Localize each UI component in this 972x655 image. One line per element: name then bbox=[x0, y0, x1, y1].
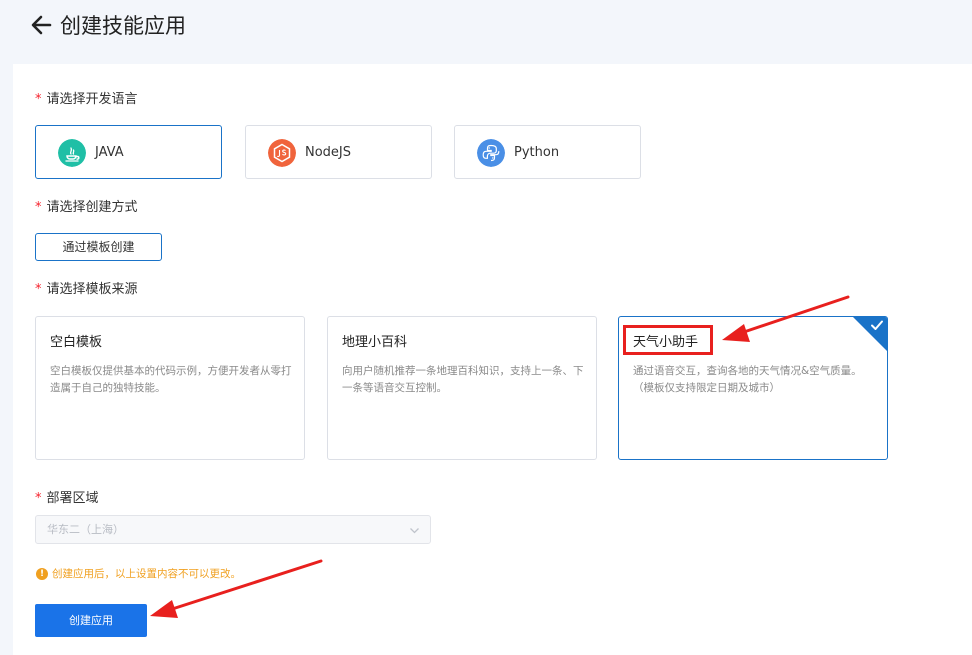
region-select[interactable]: 华东二（上海） bbox=[35, 515, 431, 544]
java-icon bbox=[58, 139, 86, 167]
template-card-blank[interactable]: 空白模板 空白模板仅提供基本的代码示例，方便开发者从零打造属于自己的独特技能。 bbox=[35, 316, 305, 460]
template-card-weather[interactable]: 天气小助手 通过语音交互，查询各地的天气情况&空气质量。（模板仅支持限定日期及城… bbox=[618, 316, 888, 460]
template-title: 地理小百科 bbox=[342, 335, 408, 350]
template-description: 向用户随机推荐一条地理百科知识，支持上一条、下一条等语音交互控制。 bbox=[342, 365, 584, 394]
template-card-geography[interactable]: 地理小百科 向用户随机推荐一条地理百科知识，支持上一条、下一条等语音交互控制。 bbox=[327, 316, 597, 460]
language-label-java: JAVA bbox=[95, 145, 124, 160]
python-icon bbox=[477, 139, 505, 167]
template-title: 天气小助手 bbox=[633, 335, 699, 350]
template-description: 通过语音交互，查询各地的天气情况&空气质量。（模板仅支持限定日期及城市） bbox=[633, 365, 862, 394]
method-label: * 请选择创建方式 bbox=[35, 200, 138, 215]
template-description: 空白模板仅提供基本的代码示例，方便开发者从零打造属于自己的独特技能。 bbox=[50, 365, 292, 394]
template-create-button[interactable]: 通过模板创建 bbox=[35, 233, 162, 261]
language-option-java[interactable]: JAVA bbox=[35, 125, 222, 179]
language-option-python[interactable]: Python bbox=[454, 125, 641, 179]
template-label: * 请选择模板来源 bbox=[35, 282, 138, 297]
language-label-nodejs: NodeJS bbox=[305, 145, 352, 160]
template-title: 空白模板 bbox=[50, 335, 103, 350]
page-header: 创建技能应用 bbox=[0, 0, 972, 64]
warning-icon: ! bbox=[36, 568, 48, 580]
checkmark-icon bbox=[871, 320, 883, 330]
nodejs-icon bbox=[268, 139, 296, 167]
language-option-nodejs[interactable]: NodeJS bbox=[245, 125, 432, 179]
region-value: 华东二（上海） bbox=[47, 523, 124, 536]
create-app-button[interactable]: 创建应用 bbox=[35, 604, 147, 637]
language-label: * 请选择开发语言 bbox=[35, 92, 138, 107]
region-label: * 部署区域 bbox=[35, 491, 99, 506]
chevron-down-icon bbox=[410, 528, 419, 534]
back-arrow-icon[interactable] bbox=[28, 12, 54, 38]
page-title: 创建技能应用 bbox=[60, 14, 186, 38]
warning-text: 创建应用后，以上设置内容不可以更改。 bbox=[52, 568, 241, 580]
language-label-python: Python bbox=[514, 145, 560, 160]
